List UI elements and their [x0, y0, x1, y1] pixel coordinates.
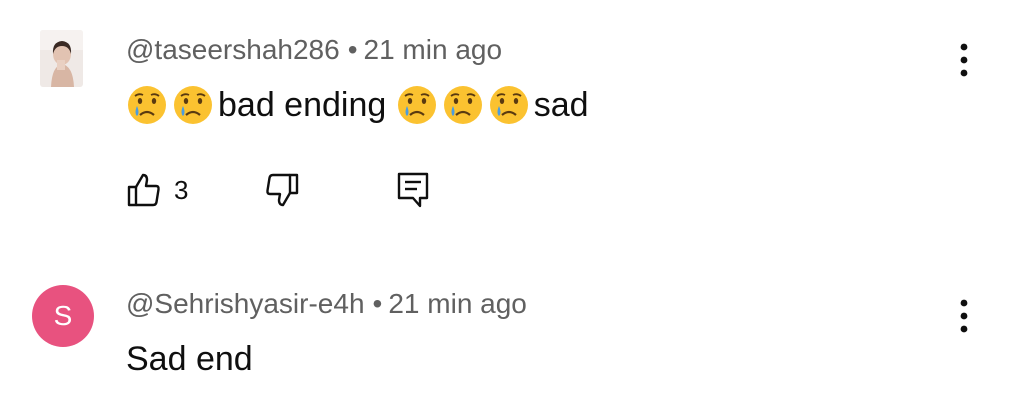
- crying-face-emoji: [442, 84, 484, 126]
- avatar-letter: S: [53, 300, 73, 331]
- more-vertical-icon: [960, 43, 968, 77]
- dislike-button[interactable]: [264, 172, 300, 208]
- comment-actions: 3: [126, 168, 430, 212]
- comment-text-part: sad: [533, 85, 589, 124]
- more-actions-button[interactable]: [946, 294, 982, 338]
- comment-meta: @taseershah286 • 21 min ago: [126, 34, 502, 66]
- comment-author[interactable]: @taseershah286: [126, 34, 340, 65]
- thumbs-down-icon: [266, 173, 299, 207]
- avatar[interactable]: [40, 30, 83, 87]
- crying-face-emoji: [396, 84, 438, 126]
- avatar-photo: [40, 30, 83, 87]
- crying-face-emoji: [172, 84, 214, 126]
- comment-author[interactable]: @Sehrishyasir-e4h: [126, 288, 365, 319]
- meta-separator: •: [347, 34, 358, 65]
- crying-face-emoji: [126, 84, 168, 126]
- thumbs-up-icon: [127, 173, 160, 207]
- comment-text: Sad end: [126, 336, 253, 382]
- comment-timestamp[interactable]: 21 min ago: [388, 288, 527, 319]
- reply-comment-icon: [398, 172, 429, 208]
- like-count: 3: [174, 174, 189, 205]
- comment-text-part: Sad end: [126, 339, 253, 378]
- comment-item: @taseershah286 • 21 min ago bad ending sad: [0, 0, 1024, 240]
- comment-timestamp[interactable]: 21 min ago: [364, 34, 503, 65]
- comment-text-part: bad ending: [218, 85, 396, 124]
- meta-separator: •: [372, 288, 383, 319]
- more-vertical-icon: [960, 299, 968, 333]
- more-actions-button[interactable]: [946, 38, 982, 82]
- crying-face-emoji: [488, 84, 530, 126]
- comment-meta: @Sehrishyasir-e4h • 21 min ago: [126, 288, 527, 320]
- avatar[interactable]: S: [32, 285, 94, 347]
- like-button[interactable]: 3: [126, 172, 188, 208]
- comment-item: S @Sehrishyasir-e4h • 21 min ago Sad end: [0, 258, 1024, 406]
- comment-text: bad ending sad: [126, 82, 589, 128]
- reply-button[interactable]: [396, 171, 430, 209]
